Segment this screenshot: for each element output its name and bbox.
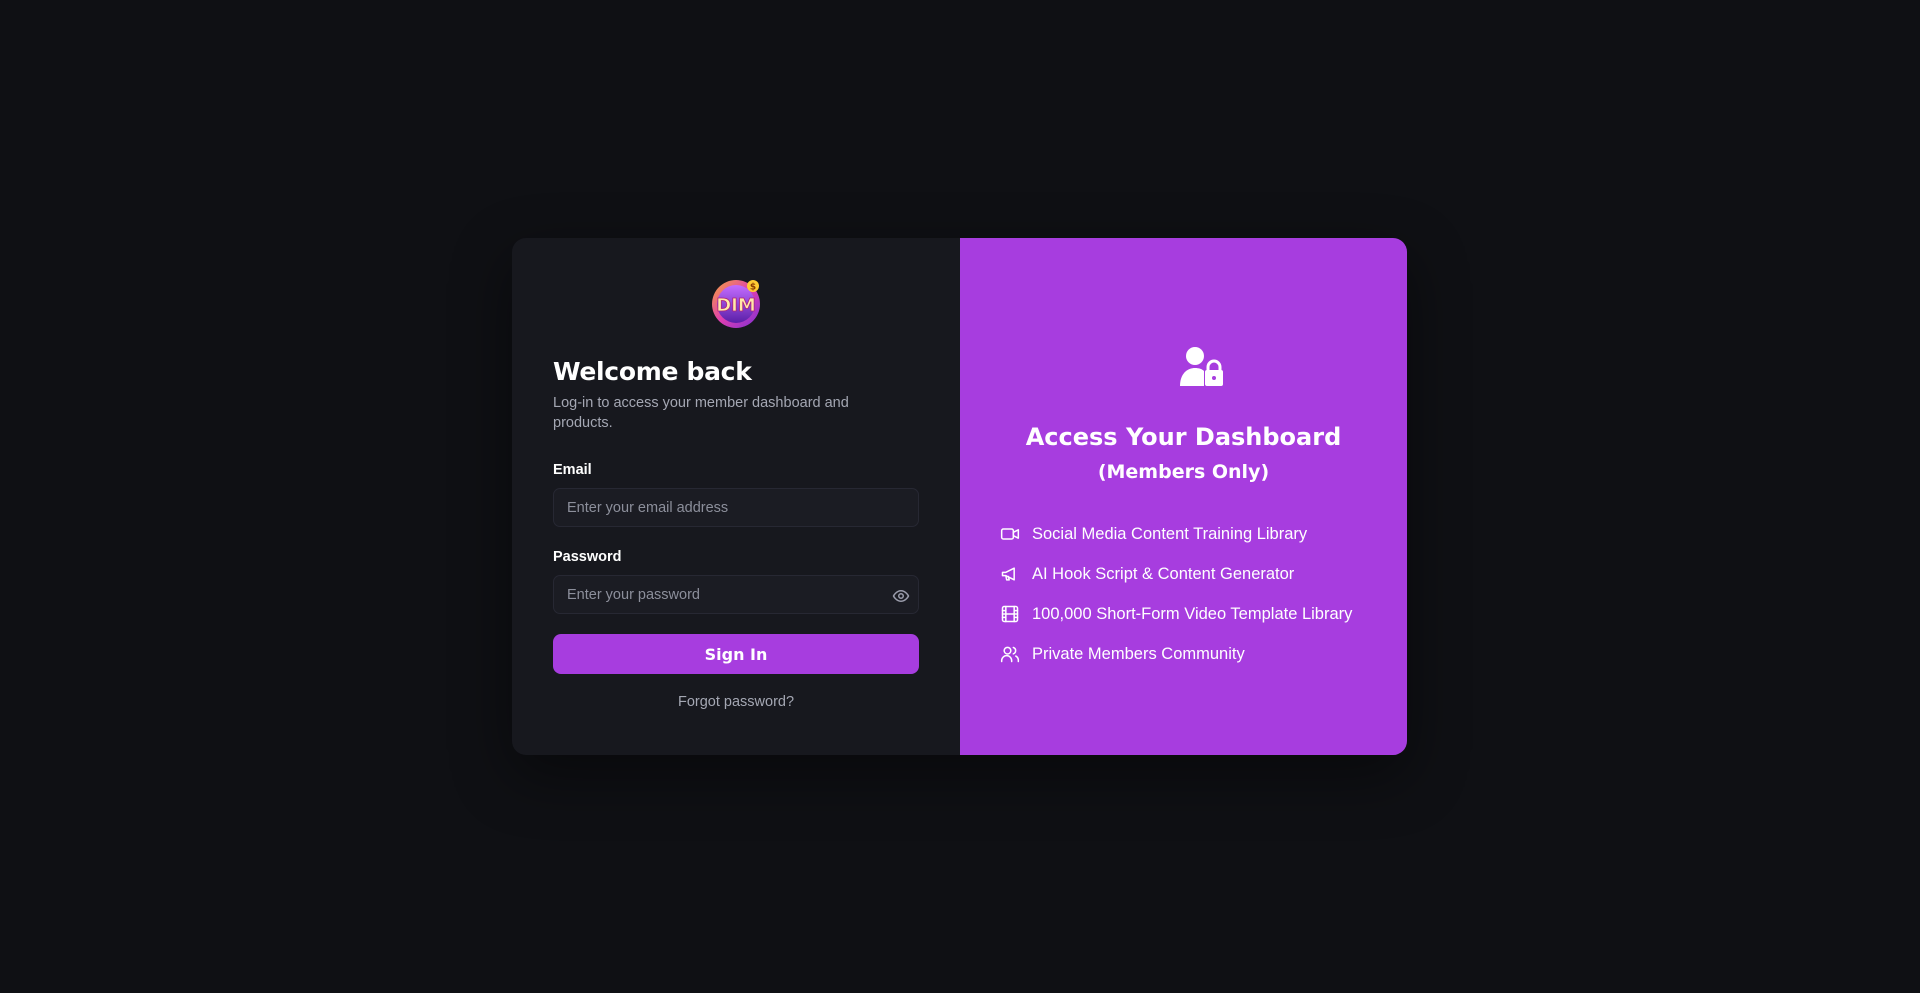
page-title: Welcome back xyxy=(553,357,752,386)
feature-label: 100,000 Short-Form Video Template Librar… xyxy=(1032,604,1353,623)
feature-item: AI Hook Script & Content Generator xyxy=(1000,554,1352,594)
video-icon xyxy=(1000,528,1020,540)
email-field[interactable] xyxy=(553,488,919,527)
film-icon xyxy=(1001,605,1019,623)
user-lock-icon xyxy=(1180,347,1223,386)
feature-list: Social Media Content Training Library AI… xyxy=(1000,514,1352,674)
login-card: DIM $ Welcome back Log-in to access your… xyxy=(512,238,1407,755)
feature-item: Social Media Content Training Library xyxy=(1000,514,1352,554)
feature-label: AI Hook Script & Content Generator xyxy=(1032,564,1295,583)
feature-label: Private Members Community xyxy=(1032,644,1245,663)
password-field[interactable] xyxy=(553,575,919,614)
promo-title: Access Your Dashboard xyxy=(1025,423,1342,451)
brand-logo: DIM $ xyxy=(712,280,760,328)
logo-text: DIM xyxy=(716,295,756,316)
users-icon xyxy=(1000,646,1020,663)
login-panel: DIM $ Welcome back Log-in to access your… xyxy=(512,238,960,755)
promo-panel: Access Your Dashboard (Members Only) Soc… xyxy=(960,238,1407,755)
show-password-icon[interactable] xyxy=(892,587,910,605)
email-label: Email xyxy=(553,462,592,478)
feature-item: Private Members Community xyxy=(1000,634,1352,674)
svg-text:$: $ xyxy=(750,283,756,293)
promo-subtitle: (Members Only) xyxy=(1097,461,1270,483)
feature-item: 100,000 Short-Form Video Template Librar… xyxy=(1000,594,1352,634)
feature-label: Social Media Content Training Library xyxy=(1032,524,1308,543)
password-label: Password xyxy=(553,549,622,565)
sign-in-button[interactable]: Sign In xyxy=(553,634,919,674)
forgot-password-link[interactable]: Forgot password? xyxy=(512,694,960,710)
login-subtitle: Log-in to access your member dashboard a… xyxy=(553,395,849,431)
megaphone-icon xyxy=(1001,567,1015,581)
